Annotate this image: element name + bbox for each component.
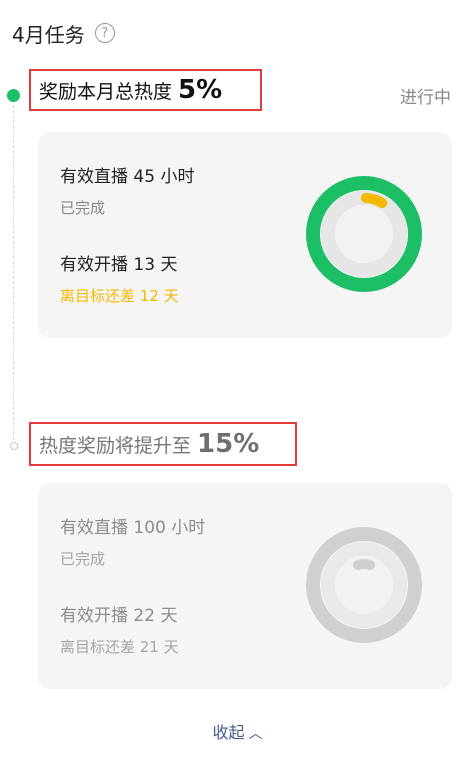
page-header: 4月任务 ? (12, 18, 115, 48)
task2-req-hours-title: 有效直播 100 小时 (60, 518, 206, 538)
task1-label: 奖励本月总热度 (39, 80, 173, 103)
task1-req-hours-title: 有效直播 45 小时 (60, 167, 195, 187)
task2-req-days: 有效开播 22 天 离目标还差 21 天 (60, 601, 179, 657)
task1-req-hours: 有效直播 45 小时 已完成 (60, 162, 194, 218)
task2-card: 有效直播 100 小时 已完成 有效开播 22 天 离目标还差 21 天 (38, 483, 452, 689)
task1-status: 进行中 (400, 88, 451, 108)
page-title: 4月任务 (12, 22, 85, 47)
task2-percent: 15% (197, 429, 260, 459)
task1-req-hours-status: 已完成 (60, 199, 106, 217)
task2-req-hours-status: 已完成 (60, 550, 106, 568)
task2-label: 热度奖励将提升至 (39, 434, 192, 457)
task2-req-days-title: 有效开播 22 天 (60, 606, 178, 626)
task1-req-days-status: 离目标还差 12 天 (60, 287, 179, 305)
task1-ring-progress (360, 193, 388, 209)
task1-req-days-title: 有效开播 13 天 (60, 255, 178, 275)
collapse-button[interactable]: 收起 ︿ (0, 719, 475, 743)
task1-percent: 5% (178, 75, 223, 105)
task2-title: 热度奖励将提升至 15% (29, 422, 297, 466)
task1-progress-ring (306, 176, 422, 292)
task1-ring-center (335, 205, 393, 263)
collapse-label: 收起 (212, 723, 245, 742)
task2-req-hours: 有效直播 100 小时 已完成 (60, 513, 205, 569)
task2-ring-progress-cap (353, 559, 375, 570)
chevron-up-icon: ︿ (248, 726, 263, 742)
task1-req-days: 有效开播 13 天 离目标还差 12 天 (60, 250, 179, 306)
task2-req-days-status: 离目标还差 21 天 (60, 638, 179, 656)
timeline-dot-inactive (10, 442, 18, 450)
task1-title: 奖励本月总热度 5% (29, 69, 262, 111)
timeline-dot-active (7, 89, 20, 102)
task1-card: 有效直播 45 小时 已完成 有效开播 13 天 离目标还差 12 天 (38, 132, 452, 338)
help-icon[interactable]: ? (94, 23, 115, 43)
task2-progress-ring (306, 527, 422, 643)
timeline-line (13, 100, 14, 445)
